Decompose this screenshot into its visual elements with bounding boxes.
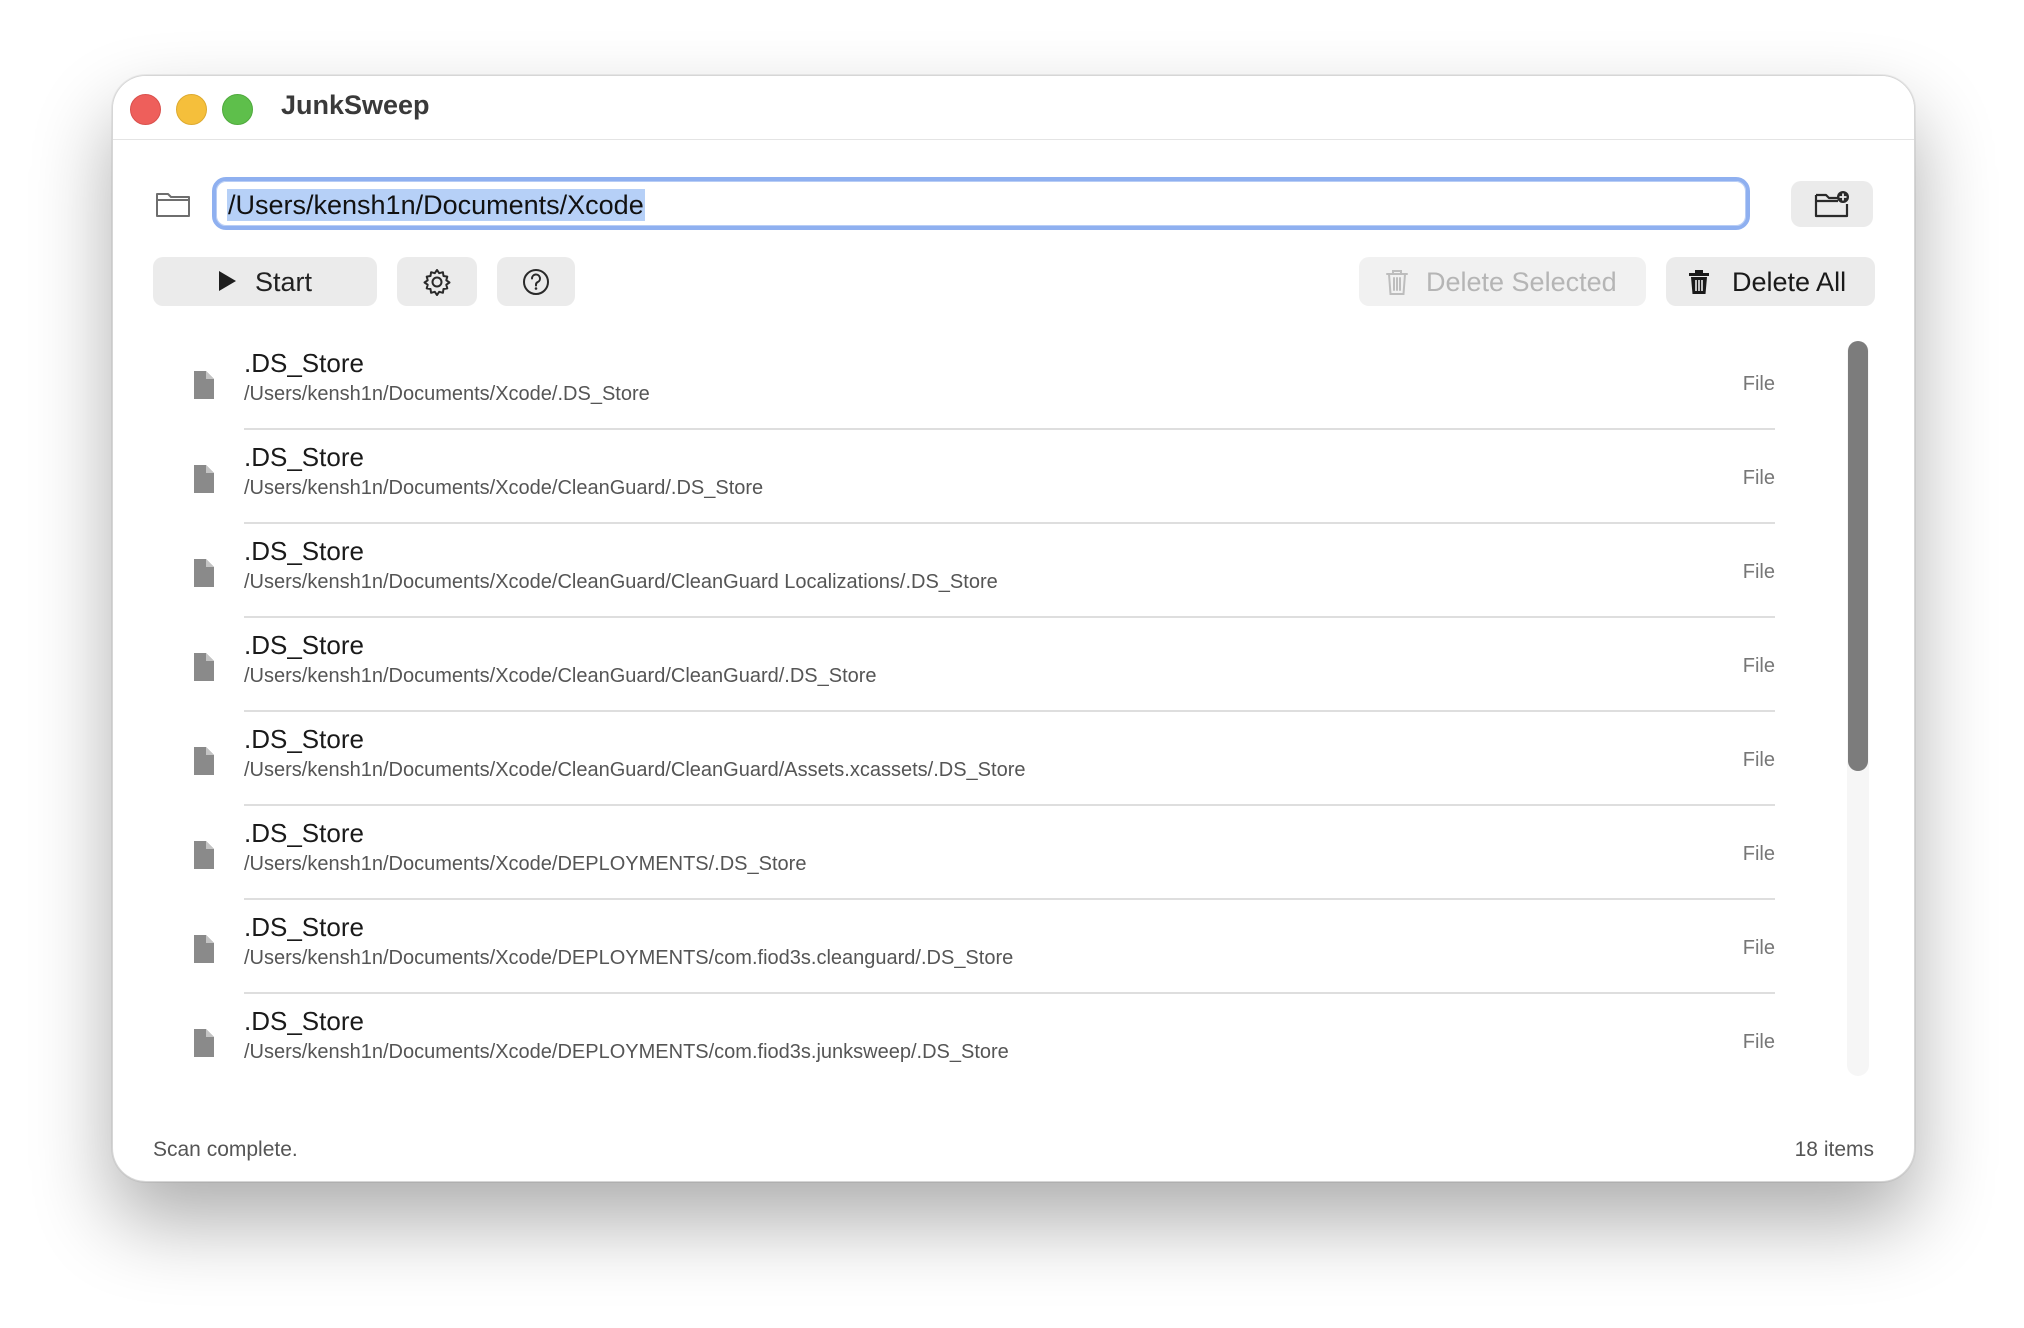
help-button[interactable] [497,257,575,306]
settings-button[interactable] [397,257,477,306]
status-message: Scan complete. [153,1138,298,1161]
item-name: .DS_Store [244,348,364,378]
item-name: .DS_Store [244,536,364,566]
minimize-window-button[interactable] [176,94,207,125]
delete-selected-label: Delete Selected [1426,267,1617,297]
app-window: JunkSweep /Users/kensh1n/Documents/Xcode… [112,75,1915,1182]
scrollbar-thumb[interactable] [1848,341,1868,771]
doc-fill-icon [194,935,214,963]
folder-icon [156,193,190,217]
item-kind: File [1742,561,1775,583]
list-item[interactable]: .DS_Store/Users/kensh1n/Documents/Xcode/… [153,524,1875,618]
item-kind: File [1742,373,1775,395]
item-kind: File [1742,937,1775,959]
item-kind: File [1742,843,1775,865]
item-kind: File [1742,1031,1775,1053]
play-icon [219,271,236,291]
item-name: .DS_Store [244,442,364,472]
item-path: /Users/kensh1n/Documents/Xcode/DEPLOYMEN… [244,853,807,875]
item-kind: File [1742,467,1775,489]
item-path: /Users/kensh1n/Documents/Xcode/.DS_Store [244,383,650,405]
doc-fill-icon [194,653,214,681]
choose-folder-button[interactable] [1791,181,1873,227]
item-name: .DS_Store [244,630,364,660]
trash-icon [1386,270,1408,295]
list-item[interactable]: .DS_Store/Users/kensh1n/Documents/Xcode/… [153,900,1875,994]
item-path: /Users/kensh1n/Documents/Xcode/CleanGuar… [244,571,998,593]
folder-badge-plus-icon [1814,191,1849,218]
item-path: /Users/kensh1n/Documents/Xcode/DEPLOYMEN… [244,1041,1009,1063]
list-item[interactable]: .DS_Store/Users/kensh1n/Documents/Xcode/… [153,618,1875,712]
trash-fill-icon [1689,270,1709,294]
delete-selected-button[interactable]: Delete Selected [1359,257,1646,306]
list-item[interactable]: .DS_Store/Users/kensh1n/Documents/Xcode/… [153,994,1875,1078]
item-path: /Users/kensh1n/Documents/Xcode/CleanGuar… [244,759,1026,781]
doc-fill-icon [194,747,214,775]
item-count: 18 items [1794,1138,1874,1161]
doc-fill-icon [194,371,214,399]
window-title: JunkSweep [281,90,430,120]
path-input[interactable]: /Users/kensh1n/Documents/Xcode [212,177,1750,230]
list-item[interactable]: .DS_Store/Users/kensh1n/Documents/Xcode/… [153,712,1875,806]
item-kind: File [1742,749,1775,771]
item-name: .DS_Store [244,818,364,848]
item-name: .DS_Store [244,912,364,942]
item-name: .DS_Store [244,1006,364,1036]
list-item[interactable]: .DS_Store/Users/kensh1n/Documents/Xcode/… [153,430,1875,524]
item-path: /Users/kensh1n/Documents/Xcode/CleanGuar… [244,665,877,687]
delete-all-button[interactable]: Delete All [1666,257,1875,306]
gear-icon [423,269,451,296]
close-window-button[interactable] [130,94,161,125]
list-item[interactable]: .DS_Store/Users/kensh1n/Documents/Xcode/… [153,336,1875,430]
list-item[interactable]: .DS_Store/Users/kensh1n/Documents/Xcode/… [153,806,1875,900]
item-path: /Users/kensh1n/Documents/Xcode/CleanGuar… [244,477,764,499]
start-button-label: Start [255,267,313,297]
delete-all-label: Delete All [1732,267,1847,297]
item-name: .DS_Store [244,724,364,754]
doc-fill-icon [194,559,214,587]
question-circle-icon [523,269,549,295]
title-bar: JunkSweep [113,76,1914,140]
zoom-window-button[interactable] [222,94,253,125]
doc-fill-icon [194,841,214,869]
doc-fill-icon [194,465,214,493]
results-list[interactable]: .DS_Store/Users/kensh1n/Documents/Xcode/… [153,336,1875,1078]
path-input-value: /Users/kensh1n/Documents/Xcode [227,189,645,221]
start-button[interactable]: Start [153,257,377,306]
item-path: /Users/kensh1n/Documents/Xcode/DEPLOYMEN… [244,947,1014,969]
doc-fill-icon [194,1029,214,1057]
item-kind: File [1742,655,1775,677]
